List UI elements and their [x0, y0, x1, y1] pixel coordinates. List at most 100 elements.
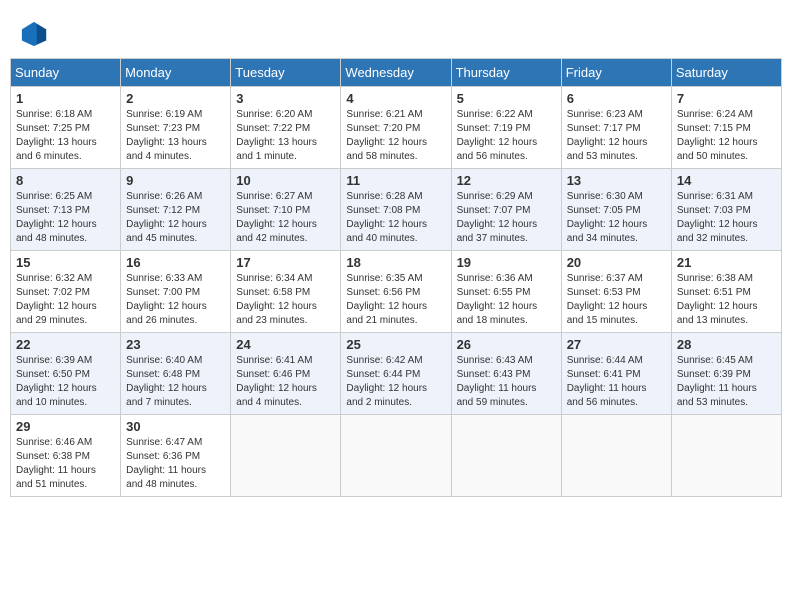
calendar-cell: 16 Sunrise: 6:33 AM Sunset: 7:00 PM Dayl… — [121, 251, 231, 333]
day-number: 4 — [346, 91, 445, 106]
calendar-cell: 15 Sunrise: 6:32 AM Sunset: 7:02 PM Dayl… — [11, 251, 121, 333]
calendar-cell: 30 Sunrise: 6:47 AM Sunset: 6:36 PM Dayl… — [121, 415, 231, 497]
calendar-cell: 2 Sunrise: 6:19 AM Sunset: 7:23 PM Dayli… — [121, 87, 231, 169]
logo-icon — [20, 20, 48, 48]
cell-content: Sunrise: 6:43 AM Sunset: 6:43 PM Dayligh… — [457, 354, 556, 410]
cell-content: Sunrise: 6:37 AM Sunset: 6:53 PM Dayligh… — [567, 272, 666, 328]
calendar-cell: 7 Sunrise: 6:24 AM Sunset: 7:15 PM Dayli… — [671, 87, 781, 169]
calendar-cell: 13 Sunrise: 6:30 AM Sunset: 7:05 PM Dayl… — [561, 169, 671, 251]
calendar-cell — [231, 415, 341, 497]
day-number: 27 — [567, 337, 666, 352]
calendar-cell: 24 Sunrise: 6:41 AM Sunset: 6:46 PM Dayl… — [231, 333, 341, 415]
day-number: 23 — [126, 337, 225, 352]
day-number: 25 — [346, 337, 445, 352]
calendar-cell: 12 Sunrise: 6:29 AM Sunset: 7:07 PM Dayl… — [451, 169, 561, 251]
day-number: 17 — [236, 255, 335, 270]
day-number: 24 — [236, 337, 335, 352]
day-number: 6 — [567, 91, 666, 106]
cell-content: Sunrise: 6:24 AM Sunset: 7:15 PM Dayligh… — [677, 108, 776, 164]
calendar-cell: 17 Sunrise: 6:34 AM Sunset: 6:58 PM Dayl… — [231, 251, 341, 333]
cell-content: Sunrise: 6:22 AM Sunset: 7:19 PM Dayligh… — [457, 108, 556, 164]
cell-content: Sunrise: 6:27 AM Sunset: 7:10 PM Dayligh… — [236, 190, 335, 246]
day-number: 11 — [346, 173, 445, 188]
cell-content: Sunrise: 6:44 AM Sunset: 6:41 PM Dayligh… — [567, 354, 666, 410]
cell-content: Sunrise: 6:47 AM Sunset: 6:36 PM Dayligh… — [126, 436, 225, 492]
cell-content: Sunrise: 6:41 AM Sunset: 6:46 PM Dayligh… — [236, 354, 335, 410]
page-header — [10, 10, 782, 53]
cell-content: Sunrise: 6:29 AM Sunset: 7:07 PM Dayligh… — [457, 190, 556, 246]
day-number: 22 — [16, 337, 115, 352]
calendar-cell: 21 Sunrise: 6:38 AM Sunset: 6:51 PM Dayl… — [671, 251, 781, 333]
calendar-cell: 25 Sunrise: 6:42 AM Sunset: 6:44 PM Dayl… — [341, 333, 451, 415]
cell-content: Sunrise: 6:31 AM Sunset: 7:03 PM Dayligh… — [677, 190, 776, 246]
cell-content: Sunrise: 6:18 AM Sunset: 7:25 PM Dayligh… — [16, 108, 115, 164]
day-number: 9 — [126, 173, 225, 188]
calendar-cell: 14 Sunrise: 6:31 AM Sunset: 7:03 PM Dayl… — [671, 169, 781, 251]
day-number: 5 — [457, 91, 556, 106]
calendar-cell: 8 Sunrise: 6:25 AM Sunset: 7:13 PM Dayli… — [11, 169, 121, 251]
calendar-table: SundayMondayTuesdayWednesdayThursdayFrid… — [10, 58, 782, 497]
day-number: 1 — [16, 91, 115, 106]
day-number: 20 — [567, 255, 666, 270]
weekday-header: Thursday — [451, 59, 561, 87]
calendar-cell — [341, 415, 451, 497]
cell-content: Sunrise: 6:32 AM Sunset: 7:02 PM Dayligh… — [16, 272, 115, 328]
weekday-header: Monday — [121, 59, 231, 87]
calendar-cell — [451, 415, 561, 497]
day-number: 12 — [457, 173, 556, 188]
cell-content: Sunrise: 6:19 AM Sunset: 7:23 PM Dayligh… — [126, 108, 225, 164]
cell-content: Sunrise: 6:33 AM Sunset: 7:00 PM Dayligh… — [126, 272, 225, 328]
day-number: 16 — [126, 255, 225, 270]
day-number: 15 — [16, 255, 115, 270]
calendar-cell: 9 Sunrise: 6:26 AM Sunset: 7:12 PM Dayli… — [121, 169, 231, 251]
day-number: 26 — [457, 337, 556, 352]
day-number: 30 — [126, 419, 225, 434]
cell-content: Sunrise: 6:30 AM Sunset: 7:05 PM Dayligh… — [567, 190, 666, 246]
cell-content: Sunrise: 6:45 AM Sunset: 6:39 PM Dayligh… — [677, 354, 776, 410]
day-number: 10 — [236, 173, 335, 188]
logo — [20, 20, 51, 48]
calendar-cell: 27 Sunrise: 6:44 AM Sunset: 6:41 PM Dayl… — [561, 333, 671, 415]
day-number: 13 — [567, 173, 666, 188]
day-number: 14 — [677, 173, 776, 188]
calendar-cell — [671, 415, 781, 497]
calendar-cell: 11 Sunrise: 6:28 AM Sunset: 7:08 PM Dayl… — [341, 169, 451, 251]
calendar-cell: 6 Sunrise: 6:23 AM Sunset: 7:17 PM Dayli… — [561, 87, 671, 169]
cell-content: Sunrise: 6:35 AM Sunset: 6:56 PM Dayligh… — [346, 272, 445, 328]
calendar-cell: 19 Sunrise: 6:36 AM Sunset: 6:55 PM Dayl… — [451, 251, 561, 333]
weekday-header: Tuesday — [231, 59, 341, 87]
calendar-cell — [561, 415, 671, 497]
calendar-cell: 4 Sunrise: 6:21 AM Sunset: 7:20 PM Dayli… — [341, 87, 451, 169]
cell-content: Sunrise: 6:39 AM Sunset: 6:50 PM Dayligh… — [16, 354, 115, 410]
calendar-cell: 26 Sunrise: 6:43 AM Sunset: 6:43 PM Dayl… — [451, 333, 561, 415]
cell-content: Sunrise: 6:40 AM Sunset: 6:48 PM Dayligh… — [126, 354, 225, 410]
cell-content: Sunrise: 6:23 AM Sunset: 7:17 PM Dayligh… — [567, 108, 666, 164]
calendar-cell: 23 Sunrise: 6:40 AM Sunset: 6:48 PM Dayl… — [121, 333, 231, 415]
weekday-header: Saturday — [671, 59, 781, 87]
cell-content: Sunrise: 6:26 AM Sunset: 7:12 PM Dayligh… — [126, 190, 225, 246]
cell-content: Sunrise: 6:21 AM Sunset: 7:20 PM Dayligh… — [346, 108, 445, 164]
cell-content: Sunrise: 6:46 AM Sunset: 6:38 PM Dayligh… — [16, 436, 115, 492]
day-number: 21 — [677, 255, 776, 270]
day-number: 7 — [677, 91, 776, 106]
calendar-cell: 10 Sunrise: 6:27 AM Sunset: 7:10 PM Dayl… — [231, 169, 341, 251]
calendar-cell: 18 Sunrise: 6:35 AM Sunset: 6:56 PM Dayl… — [341, 251, 451, 333]
cell-content: Sunrise: 6:36 AM Sunset: 6:55 PM Dayligh… — [457, 272, 556, 328]
cell-content: Sunrise: 6:42 AM Sunset: 6:44 PM Dayligh… — [346, 354, 445, 410]
cell-content: Sunrise: 6:38 AM Sunset: 6:51 PM Dayligh… — [677, 272, 776, 328]
calendar-cell: 1 Sunrise: 6:18 AM Sunset: 7:25 PM Dayli… — [11, 87, 121, 169]
day-number: 8 — [16, 173, 115, 188]
cell-content: Sunrise: 6:25 AM Sunset: 7:13 PM Dayligh… — [16, 190, 115, 246]
weekday-header: Friday — [561, 59, 671, 87]
cell-content: Sunrise: 6:34 AM Sunset: 6:58 PM Dayligh… — [236, 272, 335, 328]
calendar-cell: 22 Sunrise: 6:39 AM Sunset: 6:50 PM Dayl… — [11, 333, 121, 415]
weekday-header: Wednesday — [341, 59, 451, 87]
cell-content: Sunrise: 6:20 AM Sunset: 7:22 PM Dayligh… — [236, 108, 335, 164]
day-number: 18 — [346, 255, 445, 270]
day-number: 29 — [16, 419, 115, 434]
weekday-header: Sunday — [11, 59, 121, 87]
cell-content: Sunrise: 6:28 AM Sunset: 7:08 PM Dayligh… — [346, 190, 445, 246]
calendar-cell: 3 Sunrise: 6:20 AM Sunset: 7:22 PM Dayli… — [231, 87, 341, 169]
calendar-cell: 5 Sunrise: 6:22 AM Sunset: 7:19 PM Dayli… — [451, 87, 561, 169]
calendar-cell: 29 Sunrise: 6:46 AM Sunset: 6:38 PM Dayl… — [11, 415, 121, 497]
